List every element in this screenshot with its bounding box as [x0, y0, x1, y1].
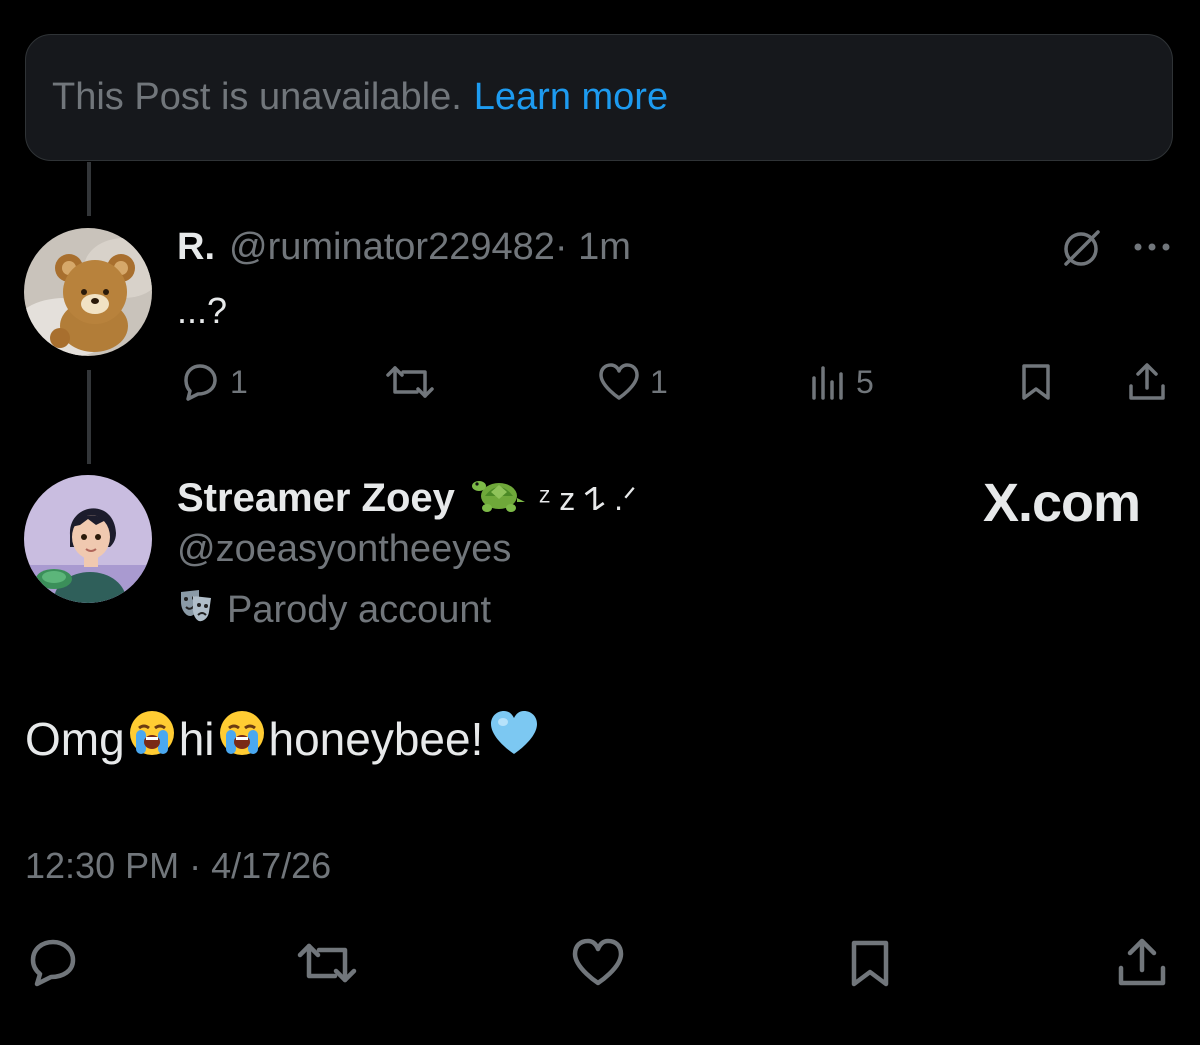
like-icon	[599, 363, 639, 400]
post-bookmark-button[interactable]	[845, 938, 895, 988]
author-name-row[interactable]: Streamer Zoey ᶻ z 𐰁 .ᐟ	[177, 470, 637, 526]
reply-icon	[30, 939, 76, 987]
repost-icon	[297, 943, 357, 983]
like-icon	[572, 938, 624, 986]
repost-icon	[386, 366, 434, 398]
reply-view-count: 5	[856, 363, 874, 400]
post-like-button[interactable]	[570, 938, 626, 988]
name-suffix: ᶻ z 𐰁 .ᐟ	[538, 480, 637, 517]
performing-arts-icon	[177, 586, 215, 634]
reply-like-count: 1	[650, 363, 668, 400]
turtle-icon	[471, 470, 527, 526]
reply-views-button[interactable]: 5	[808, 362, 874, 402]
parody-label-text: Parody account	[227, 588, 492, 631]
share-icon	[1129, 363, 1165, 400]
post-share-button[interactable]	[1115, 938, 1169, 988]
reply-bookmark-button[interactable]	[1016, 362, 1056, 402]
reply-author-handle[interactable]: @ruminator229482	[229, 226, 555, 269]
reply-share-button[interactable]	[1126, 362, 1168, 402]
post-repost-button[interactable]	[297, 938, 357, 988]
reply-like-button[interactable]: 1	[596, 362, 668, 402]
bookmark-icon	[1022, 364, 1050, 400]
views-icon	[812, 366, 843, 400]
learn-more-link[interactable]: Learn more	[474, 76, 668, 119]
crying-face-icon	[217, 708, 267, 769]
post-text-part-2: hi	[178, 712, 215, 765]
post-text: Omg hi honeybee!	[25, 708, 541, 769]
bookmark-icon	[851, 940, 889, 987]
reply-avatar[interactable]	[24, 228, 152, 356]
unavailable-message: This Post is unavailable.	[52, 76, 462, 118]
unavailable-banner: This Post is unavailable. Learn more	[25, 34, 1173, 161]
post-text-part-1: Omg	[25, 712, 125, 765]
reply-reply-button[interactable]: 1	[178, 362, 248, 402]
reply-repost-button[interactable]	[385, 362, 435, 402]
crying-face-icon	[127, 708, 177, 769]
more-options-icon[interactable]	[1132, 232, 1172, 262]
parody-label: Parody account	[177, 586, 491, 634]
post-timestamp[interactable]: 12:30 PM · 4/17/26	[25, 845, 331, 887]
grok-icon[interactable]	[1060, 228, 1102, 270]
reply-text: ...?	[177, 290, 228, 331]
thread-line-top	[87, 162, 91, 216]
reply-icon	[184, 364, 217, 401]
thread-line-middle	[87, 370, 91, 464]
xcom-watermark: X.com	[983, 473, 1141, 533]
reply-time[interactable]: · 1m	[555, 226, 631, 269]
reply-header: R. @ruminator229482 · 1m	[177, 226, 631, 269]
light-blue-heart-icon	[487, 708, 541, 769]
post-reply-button[interactable]	[25, 938, 81, 988]
reply-reply-count: 1	[230, 363, 248, 400]
author-avatar[interactable]	[24, 475, 152, 603]
reply-author-name[interactable]: R.	[177, 226, 215, 269]
author-name: Streamer Zoey	[177, 475, 455, 520]
share-icon	[1118, 938, 1166, 986]
author-handle[interactable]: @zoeasyontheeyes	[177, 528, 511, 571]
post-text-part-3: honeybee!	[268, 712, 484, 765]
